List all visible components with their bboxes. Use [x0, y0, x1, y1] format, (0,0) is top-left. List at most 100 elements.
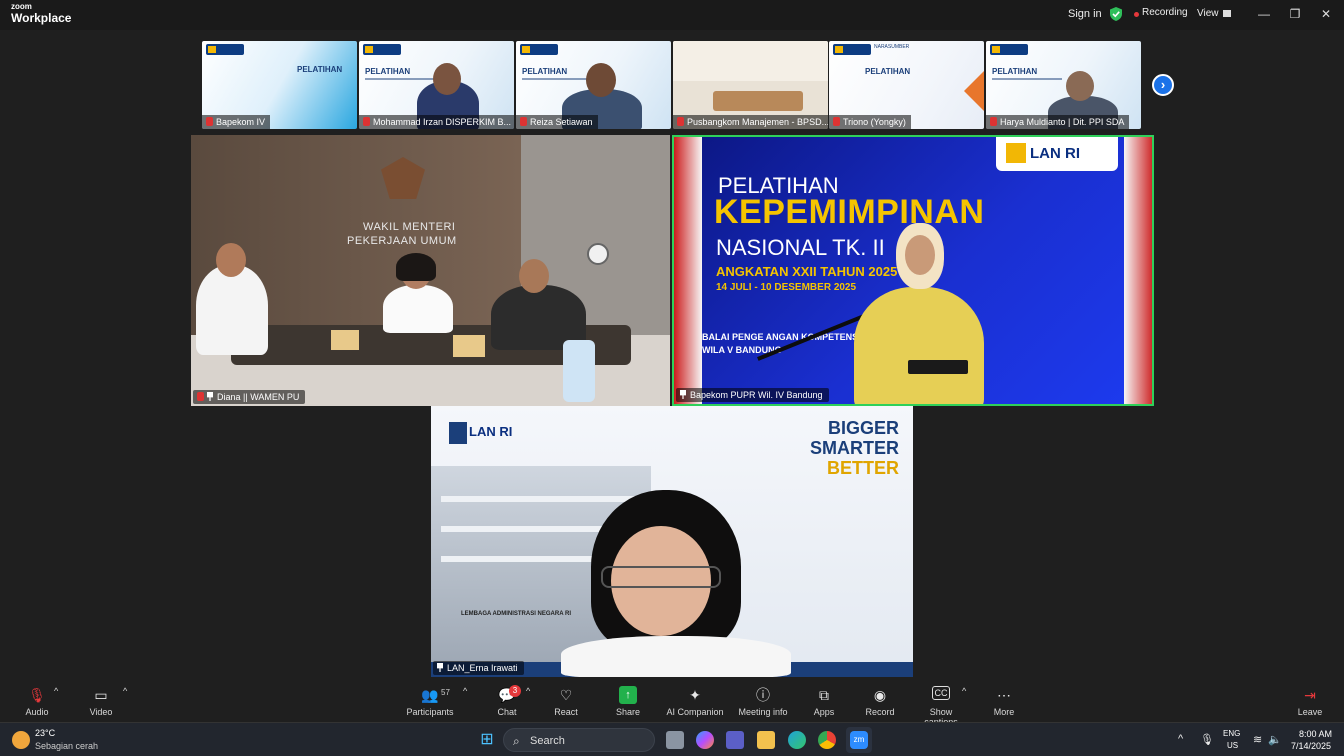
- slide-title: PELATIHAN: [865, 67, 911, 76]
- zoom-logo: zoom Workplace: [11, 3, 72, 25]
- volume-icon[interactable]: 🔈: [1268, 733, 1282, 746]
- video-button[interactable]: ▭ Video: [88, 686, 114, 717]
- participant-left: [196, 265, 268, 355]
- task-view-icon[interactable]: [666, 731, 684, 749]
- teams-icon[interactable]: [726, 731, 744, 749]
- weather-temperature[interactable]: 23°C: [35, 728, 55, 738]
- view-grid-icon: [1222, 9, 1231, 17]
- narasumber-tag: NARASUMBER: [874, 44, 910, 50]
- mic-muted-icon: [197, 392, 204, 401]
- restore-button[interactable]: ❐: [1283, 5, 1307, 23]
- participant-thumb[interactable]: PELATIHAN Mohammad Irzan DISPERKIM B...: [359, 41, 514, 129]
- taskbar-search[interactable]: ⌕ Search: [503, 728, 655, 752]
- minimize-button[interactable]: —: [1252, 5, 1276, 23]
- video-camera-icon: ▭: [94, 687, 108, 703]
- more-dots-icon: ⋯: [997, 687, 1011, 703]
- meeting-info-button[interactable]: ⓘ Meeting info: [736, 686, 790, 717]
- more-button[interactable]: ⋯ More: [990, 686, 1018, 717]
- view-button[interactable]: View: [1197, 8, 1231, 19]
- windows-start-icon[interactable]: ⊞: [478, 731, 496, 749]
- slide-title: PELATIHAN: [297, 65, 343, 74]
- pin-icon: [437, 663, 443, 672]
- chrome-browser-icon[interactable]: [818, 731, 836, 749]
- lan-logo-icon: [990, 44, 1028, 55]
- chat-options-chevron-icon[interactable]: ^: [526, 686, 530, 696]
- weather-description[interactable]: Sebagian cerah: [35, 741, 98, 751]
- participant-name: Pusbangkom Manajemen - BPSD...: [673, 115, 828, 129]
- copilot-icon[interactable]: [696, 731, 714, 749]
- sparkle-icon: ✦: [689, 687, 701, 703]
- edge-browser-icon[interactable]: [788, 731, 806, 749]
- wifi-icon[interactable]: ≋: [1253, 733, 1262, 746]
- title-bar: zoom Workplace Sign in Recording View — …: [0, 0, 1344, 30]
- participant-name: Harya Muldianto | Dit. PPI SDA: [986, 115, 1130, 129]
- captions-options-chevron-icon[interactable]: ^: [962, 686, 966, 696]
- participant-thumb[interactable]: NARASUMBER PELATIHAN Triono (Yongky): [829, 41, 984, 129]
- weather-partly-sunny-icon[interactable]: [12, 731, 30, 749]
- input-region[interactable]: US: [1227, 741, 1238, 750]
- participant-thumb[interactable]: PELATIHAN Bapekom IV: [202, 41, 357, 129]
- lan-logo-text: LAN RI: [1030, 145, 1080, 162]
- participants-options-chevron-icon[interactable]: ^: [463, 686, 467, 696]
- video-tile-erna[interactable]: LEMBAGA ADMINISTRASI NEGARA RI LAN RI BI…: [431, 406, 913, 677]
- slide-title: PELATIHAN: [365, 67, 411, 76]
- recording-indicator[interactable]: Recording: [1133, 7, 1188, 18]
- clock-time[interactable]: 8:00 AM: [1299, 729, 1332, 739]
- banner-line6: BALAI PENGE ANGAN KOMPETENSI PU: [702, 332, 876, 342]
- participants-icon: 👥: [421, 687, 439, 703]
- audio-button[interactable]: 🎙 Audio: [24, 686, 50, 717]
- leave-label: Leave: [1297, 707, 1323, 717]
- lan-logo-icon: [363, 44, 401, 55]
- ai-companion-label: AI Companion: [666, 707, 724, 717]
- ai-companion-button[interactable]: ✦ AI Companion: [666, 686, 724, 717]
- clock-date[interactable]: 7/14/2025: [1291, 741, 1331, 751]
- building-sign: LEMBAGA ADMINISTRASI NEGARA RI: [461, 611, 571, 617]
- apps-grid-icon: ⧉: [819, 687, 829, 703]
- mic-muted-icon: [833, 117, 840, 126]
- react-button[interactable]: ♡ React: [552, 686, 580, 717]
- audio-label: Audio: [25, 707, 49, 717]
- microphone-tray-icon[interactable]: 🎙: [1200, 733, 1214, 746]
- sign-in-link[interactable]: Sign in: [1068, 8, 1102, 20]
- video-options-chevron-icon[interactable]: ^: [123, 686, 127, 696]
- record-button[interactable]: ◉ Record: [864, 686, 896, 717]
- participant-name: Diana || WAMEN PU: [193, 390, 306, 404]
- lan-logo-icon: [520, 44, 558, 55]
- tagline-bigger: BIGGER: [827, 418, 899, 438]
- participants-label: Participants: [406, 707, 454, 717]
- lan-logo-text: LAN RI: [469, 424, 513, 439]
- leave-button[interactable]: ⇥ Leave: [1296, 686, 1324, 717]
- participant-thumb[interactable]: PELATIHAN Harya Muldianto | Dit. PPI SDA: [986, 41, 1141, 129]
- glasses-icon: [601, 566, 721, 588]
- mic-muted-icon: 🎙: [28, 687, 46, 703]
- audio-options-chevron-icon[interactable]: ^: [54, 686, 58, 696]
- file-explorer-icon[interactable]: [757, 731, 775, 749]
- close-button[interactable]: ✕: [1314, 5, 1338, 23]
- chat-label: Chat: [497, 707, 517, 717]
- windows-taskbar: 23°C Sebagian cerah ⊞ ⌕ Search zm ^ 🎙 EN…: [0, 722, 1344, 756]
- share-button[interactable]: ↑ Share: [614, 686, 642, 717]
- participant-thumb[interactable]: PELATIHAN Reiza Setiawan: [516, 41, 671, 129]
- tray-overflow-chevron-icon[interactable]: ^: [1178, 733, 1183, 745]
- recording-label: Recording: [1142, 7, 1188, 18]
- participant-name: Bapekom PUPR Wil. IV Bandung: [676, 388, 829, 402]
- video-tile-diana[interactable]: WAKIL MENTERI PEKERJAAN UMUM Diana || WA…: [191, 135, 670, 406]
- participant-thumb[interactable]: Pusbangkom Manajemen - BPSD...: [673, 41, 828, 129]
- flag-right: [1124, 137, 1152, 404]
- mic-muted-icon: [363, 117, 370, 126]
- record-label: Record: [865, 707, 895, 717]
- banner-line5: 14 JULI - 10 DESEMBER 2025: [716, 282, 857, 293]
- input-language[interactable]: ENG: [1223, 729, 1240, 738]
- speech-folder: [908, 360, 968, 374]
- apps-label: Apps: [813, 707, 835, 717]
- next-page-chevron-icon[interactable]: ›: [1152, 74, 1174, 96]
- closed-captions-icon: CC: [932, 686, 950, 700]
- participant-name: LAN_Erna Irawati: [433, 661, 524, 675]
- brand-bottom: Workplace: [11, 11, 72, 25]
- video-tile-bapekom-active-speaker[interactable]: LAN RI PELATIHAN KEPEMIMPINAN NASIONAL T…: [672, 135, 1154, 406]
- shield-icon[interactable]: [1110, 7, 1122, 21]
- more-label: More: [993, 707, 1015, 717]
- slide-title: PELATIHAN: [992, 67, 1038, 76]
- apps-button[interactable]: ⧉ Apps: [812, 686, 836, 717]
- participant-name: Reiza Setiawan: [516, 115, 598, 129]
